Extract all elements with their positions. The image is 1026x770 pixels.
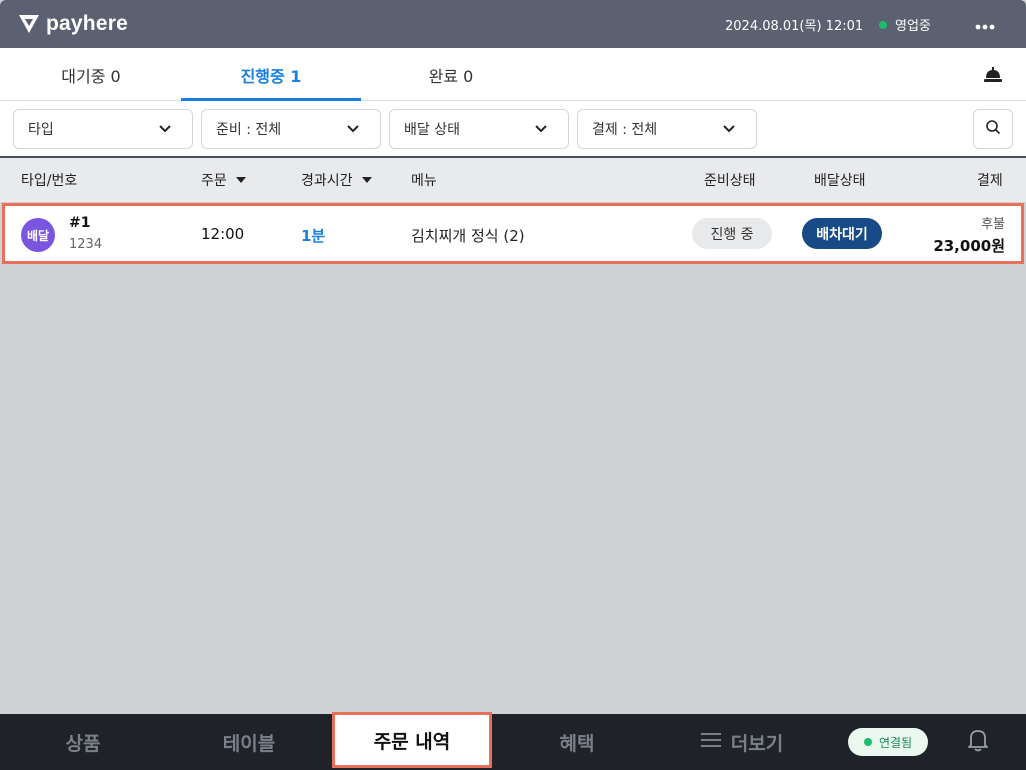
payment-amount: 23,000원 bbox=[933, 237, 1005, 255]
more-button[interactable] bbox=[972, 14, 998, 34]
header-prep-status-label: 준비상태 bbox=[704, 173, 756, 189]
store-status: 영업중 bbox=[879, 15, 931, 34]
status-dot-icon bbox=[879, 20, 887, 29]
chevron-down-icon bbox=[158, 122, 172, 140]
current-datetime: 2024.08.01(목) 12:01 bbox=[725, 19, 864, 34]
header-elapsed-label: 경과시간 bbox=[301, 173, 353, 189]
store-status-label: 영업중 bbox=[895, 19, 931, 34]
delivery-status-button[interactable]: 배차대기 bbox=[802, 218, 882, 249]
payhere-logo-icon bbox=[18, 14, 40, 34]
tab-in-progress[interactable]: 진행중 1 bbox=[181, 48, 361, 101]
header-delivery-status-label: 배달상태 bbox=[814, 173, 866, 189]
prep-filter-label: 준비 : 전체 bbox=[216, 122, 282, 138]
order-number: #1 bbox=[69, 215, 91, 231]
prep-filter-select[interactable]: 준비 : 전체 bbox=[201, 109, 381, 149]
delivery-filter-label: 배달 상태 bbox=[404, 122, 460, 138]
nav-more-label: 더보기 bbox=[730, 732, 784, 755]
notification-button[interactable] bbox=[964, 728, 992, 756]
header-type-number: 타입/번호 bbox=[21, 158, 77, 202]
filter-bar: 타입 준비 : 전체 배달 상태 결제 : 전체 bbox=[0, 101, 1026, 158]
elapsed-time: 1분 bbox=[301, 227, 326, 245]
header-order-label: 주문 bbox=[201, 173, 227, 189]
connection-status-badge: 연결됨 bbox=[848, 728, 928, 756]
prep-status-button[interactable]: 진행 중 bbox=[692, 218, 772, 249]
counter-bell-button[interactable] bbox=[983, 66, 1003, 84]
delivery-filter-select[interactable]: 배달 상태 bbox=[389, 109, 569, 149]
brand-name: payhere bbox=[46, 12, 128, 35]
header-type-number-label: 타입/번호 bbox=[21, 173, 78, 189]
connection-dot-icon bbox=[863, 738, 872, 746]
payment-type: 후불 bbox=[981, 217, 1005, 232]
payment-filter-label: 결제 : 전체 bbox=[592, 122, 658, 138]
header-payment-label: 결제 bbox=[977, 173, 1003, 189]
bell-icon bbox=[967, 728, 989, 756]
payment-filter-select[interactable]: 결제 : 전체 bbox=[577, 109, 757, 149]
header-order-sort[interactable]: 주문 bbox=[201, 158, 246, 202]
chevron-down-icon bbox=[722, 122, 736, 140]
chevron-down-icon bbox=[534, 122, 548, 140]
top-bar: payhere 2024.08.01(목) 12:01 영업중 bbox=[0, 0, 1026, 48]
sort-caret-icon bbox=[235, 177, 246, 183]
header-payment: 결제 bbox=[977, 158, 1003, 202]
delivery-type-badge: 배달 bbox=[21, 218, 55, 252]
chevron-down-icon bbox=[346, 122, 360, 140]
type-filter-label: 타입 bbox=[28, 122, 54, 138]
table-row[interactable]: 배달 #1 1234 12:00 1분 김치찌개 정식 (2) 진행 중 배차대… bbox=[2, 203, 1024, 264]
table-header: 타입/번호 주문 경과시간 메뉴 준비상태 배달상태 결제 bbox=[0, 158, 1026, 202]
order-time: 12:00 bbox=[201, 225, 245, 243]
header-delivery-status: 배달상태 bbox=[814, 158, 866, 202]
menu-lines-icon bbox=[700, 731, 721, 753]
sort-caret-icon bbox=[361, 177, 372, 183]
more-icon bbox=[975, 14, 995, 35]
nav-order-history[interactable]: 주문 내역 bbox=[332, 712, 492, 768]
menu-summary: 김치찌개 정식 (2) bbox=[411, 227, 525, 245]
search-icon bbox=[985, 119, 1001, 139]
tab-waiting[interactable]: 대기중 0 bbox=[1, 48, 181, 101]
type-filter-select[interactable]: 타입 bbox=[13, 109, 193, 149]
bottom-navigation: 상품 테이블 주문 내역 혜택 더보기 연결됨 bbox=[0, 712, 1026, 770]
nav-tables[interactable]: 테이블 bbox=[166, 714, 332, 770]
order-sub-number: 1234 bbox=[69, 237, 103, 252]
header-menu-label: 메뉴 bbox=[411, 173, 437, 189]
search-button[interactable] bbox=[973, 109, 1013, 149]
nav-products[interactable]: 상품 bbox=[0, 714, 166, 770]
tab-completed[interactable]: 완료 0 bbox=[361, 48, 541, 101]
connection-status-label: 연결됨 bbox=[878, 735, 913, 750]
nav-more[interactable]: 더보기 bbox=[662, 714, 822, 770]
brand-logo: payhere bbox=[18, 12, 128, 36]
nav-benefits[interactable]: 혜택 bbox=[492, 714, 662, 770]
header-prep-status: 준비상태 bbox=[704, 158, 756, 202]
header-elapsed-sort[interactable]: 경과시간 bbox=[301, 158, 372, 202]
order-status-tabs: 대기중 0 진행중 1 완료 0 bbox=[0, 48, 1026, 101]
header-menu: 메뉴 bbox=[411, 158, 437, 202]
counter-bell-icon bbox=[983, 67, 1003, 88]
